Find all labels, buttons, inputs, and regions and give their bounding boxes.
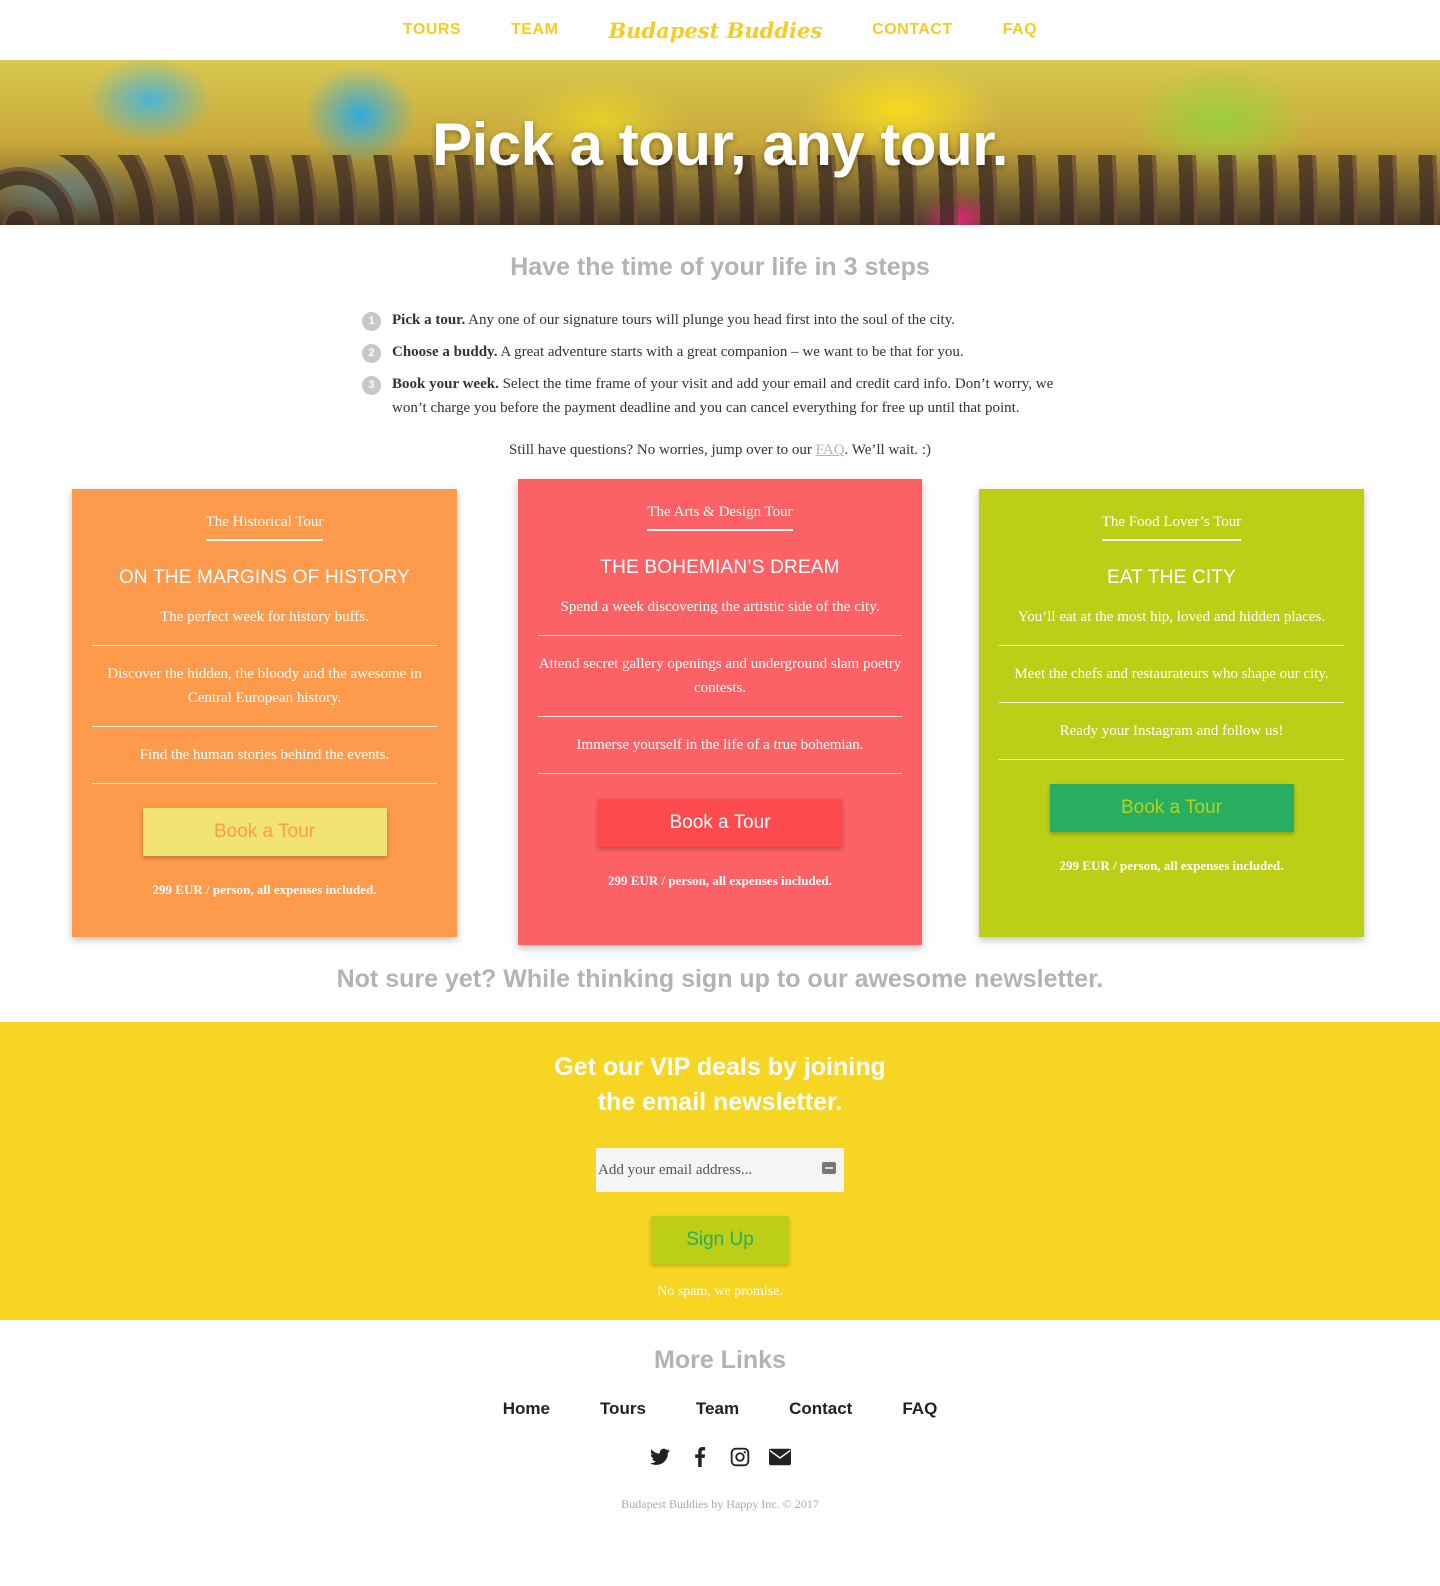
tour-card-arts: The Arts & Design Tour THE BOHEMIAN’S DR… bbox=[518, 479, 922, 945]
sign-up-button[interactable]: Sign Up bbox=[651, 1216, 789, 1264]
faq-note-prefix: Still have questions? No worries, jump o… bbox=[509, 442, 816, 458]
card-feature: Meet the chefs and restaurateurs who sha… bbox=[999, 646, 1344, 703]
signup-heading: Get our VIP deals by joining the email n… bbox=[0, 1050, 1440, 1120]
autofill-keyboard-icon[interactable] bbox=[822, 1162, 836, 1174]
card-feature: Immerse yourself in the life of a true b… bbox=[538, 717, 902, 774]
nav-team-link[interactable]: TEAM bbox=[486, 21, 583, 39]
brand-logo[interactable]: Budapest Buddies bbox=[583, 18, 847, 43]
faq-note: Still have questions? No worries, jump o… bbox=[0, 442, 1440, 459]
social-links bbox=[0, 1445, 1440, 1469]
step-text: Any one of our signature tours will plun… bbox=[465, 312, 955, 328]
copyright-text: Budapest Buddies by Happy Inc. © 2017 bbox=[621, 1497, 819, 1511]
footer: More Links Home Tours Team Contact FAQ B… bbox=[0, 1346, 1440, 1530]
step-item: 1 Pick a tour. Any one of our signature … bbox=[362, 308, 1078, 332]
footer-link-contact[interactable]: Contact bbox=[764, 1399, 877, 1419]
twitter-icon[interactable] bbox=[648, 1445, 672, 1469]
card-feature: The perfect week for history buffs. bbox=[92, 589, 437, 646]
step-lead: Choose a buddy. bbox=[392, 344, 498, 360]
card-title: ON THE MARGINS OF HISTORY bbox=[118, 567, 411, 588]
step-item: 2 Choose a buddy. A great adventure star… bbox=[362, 340, 1078, 364]
card-price: 299 EUR / person, all expenses included. bbox=[152, 882, 377, 897]
tour-card-historical: The Historical Tour ON THE MARGINS OF HI… bbox=[72, 489, 457, 937]
nav-contact-link[interactable]: CONTACT bbox=[847, 21, 978, 39]
steps-title: Have the time of your life in 3 steps bbox=[510, 253, 930, 281]
card-feature: Discover the hidden, the bloody and the … bbox=[92, 646, 437, 727]
step-lead: Pick a tour. bbox=[392, 312, 466, 328]
step-number-badge: 1 bbox=[362, 312, 381, 331]
card-feature: Find the human stories behind the events… bbox=[92, 727, 437, 784]
book-tour-button[interactable]: Book a Tour bbox=[142, 808, 387, 856]
card-title: EAT THE CITY bbox=[1106, 567, 1237, 588]
card-feature: Ready your Instagram and follow us! bbox=[999, 703, 1344, 760]
book-tour-button[interactable]: Book a Tour bbox=[1049, 784, 1294, 832]
signup-heading-line: the email newsletter. bbox=[597, 1088, 843, 1116]
step-lead: Book your week. bbox=[392, 376, 499, 392]
email-input[interactable] bbox=[596, 1148, 844, 1192]
footer-links: Home Tours Team Contact FAQ bbox=[0, 1399, 1440, 1419]
step-number-badge: 3 bbox=[362, 376, 381, 395]
faq-inline-link[interactable]: FAQ bbox=[816, 442, 845, 458]
no-spam-note: No spam, we promise. bbox=[657, 1284, 783, 1299]
faq-note-suffix: . We’ll wait. :) bbox=[844, 442, 931, 458]
instagram-icon[interactable] bbox=[728, 1445, 752, 1469]
newsletter-teaser: Not sure yet? While thinking sign up to … bbox=[336, 965, 1104, 993]
envelope-icon[interactable] bbox=[768, 1445, 792, 1469]
hero-banner: Pick a tour, any tour. bbox=[0, 60, 1440, 225]
newsletter-signup: Get our VIP deals by joining the email n… bbox=[0, 1022, 1440, 1320]
facebook-icon[interactable] bbox=[688, 1445, 712, 1469]
signup-heading-line: Get our VIP deals by joining bbox=[554, 1053, 886, 1081]
tour-card-food: The Food Lover’s Tour EAT THE CITY You’l… bbox=[979, 489, 1364, 937]
card-feature: Spend a week discovering the artistic si… bbox=[538, 579, 902, 636]
footer-link-team[interactable]: Team bbox=[671, 1399, 764, 1419]
nav-faq-link[interactable]: FAQ bbox=[978, 21, 1062, 39]
steps-section: Have the time of your life in 3 steps 1 … bbox=[0, 253, 1440, 459]
footer-link-faq[interactable]: FAQ bbox=[877, 1399, 962, 1419]
card-subtitle: The Arts & Design Tour bbox=[647, 504, 793, 531]
book-tour-button[interactable]: Book a Tour bbox=[598, 799, 842, 847]
card-price: 299 EUR / person, all expenses included. bbox=[608, 873, 832, 888]
card-title: THE BOHEMIAN’S DREAM bbox=[600, 557, 840, 578]
step-item: 3 Book your week. Select the time frame … bbox=[362, 372, 1078, 420]
steps-list: 1 Pick a tour. Any one of our signature … bbox=[362, 308, 1078, 420]
card-subtitle: The Food Lover’s Tour bbox=[1101, 514, 1242, 541]
hero-title: Pick a tour, any tour. bbox=[432, 111, 1008, 178]
step-number-badge: 2 bbox=[362, 344, 381, 363]
email-field-wrapper bbox=[596, 1148, 844, 1192]
card-feature: Attend secret gallery openings and under… bbox=[538, 636, 902, 717]
footer-title: More Links bbox=[654, 1346, 786, 1374]
footer-link-home[interactable]: Home bbox=[478, 1399, 575, 1419]
step-text: A great adventure starts with a great co… bbox=[497, 344, 964, 360]
top-nav: TOURS TEAM Budapest Buddies CONTACT FAQ bbox=[0, 0, 1440, 60]
card-subtitle: The Historical Tour bbox=[205, 514, 324, 541]
nav-tours-link[interactable]: TOURS bbox=[378, 21, 486, 39]
card-feature: You’ll eat at the most hip, loved and hi… bbox=[999, 589, 1344, 646]
tour-cards: The Historical Tour ON THE MARGINS OF HI… bbox=[0, 479, 1440, 949]
card-price: 299 EUR / person, all expenses included. bbox=[1059, 858, 1284, 873]
footer-link-tours[interactable]: Tours bbox=[575, 1399, 671, 1419]
